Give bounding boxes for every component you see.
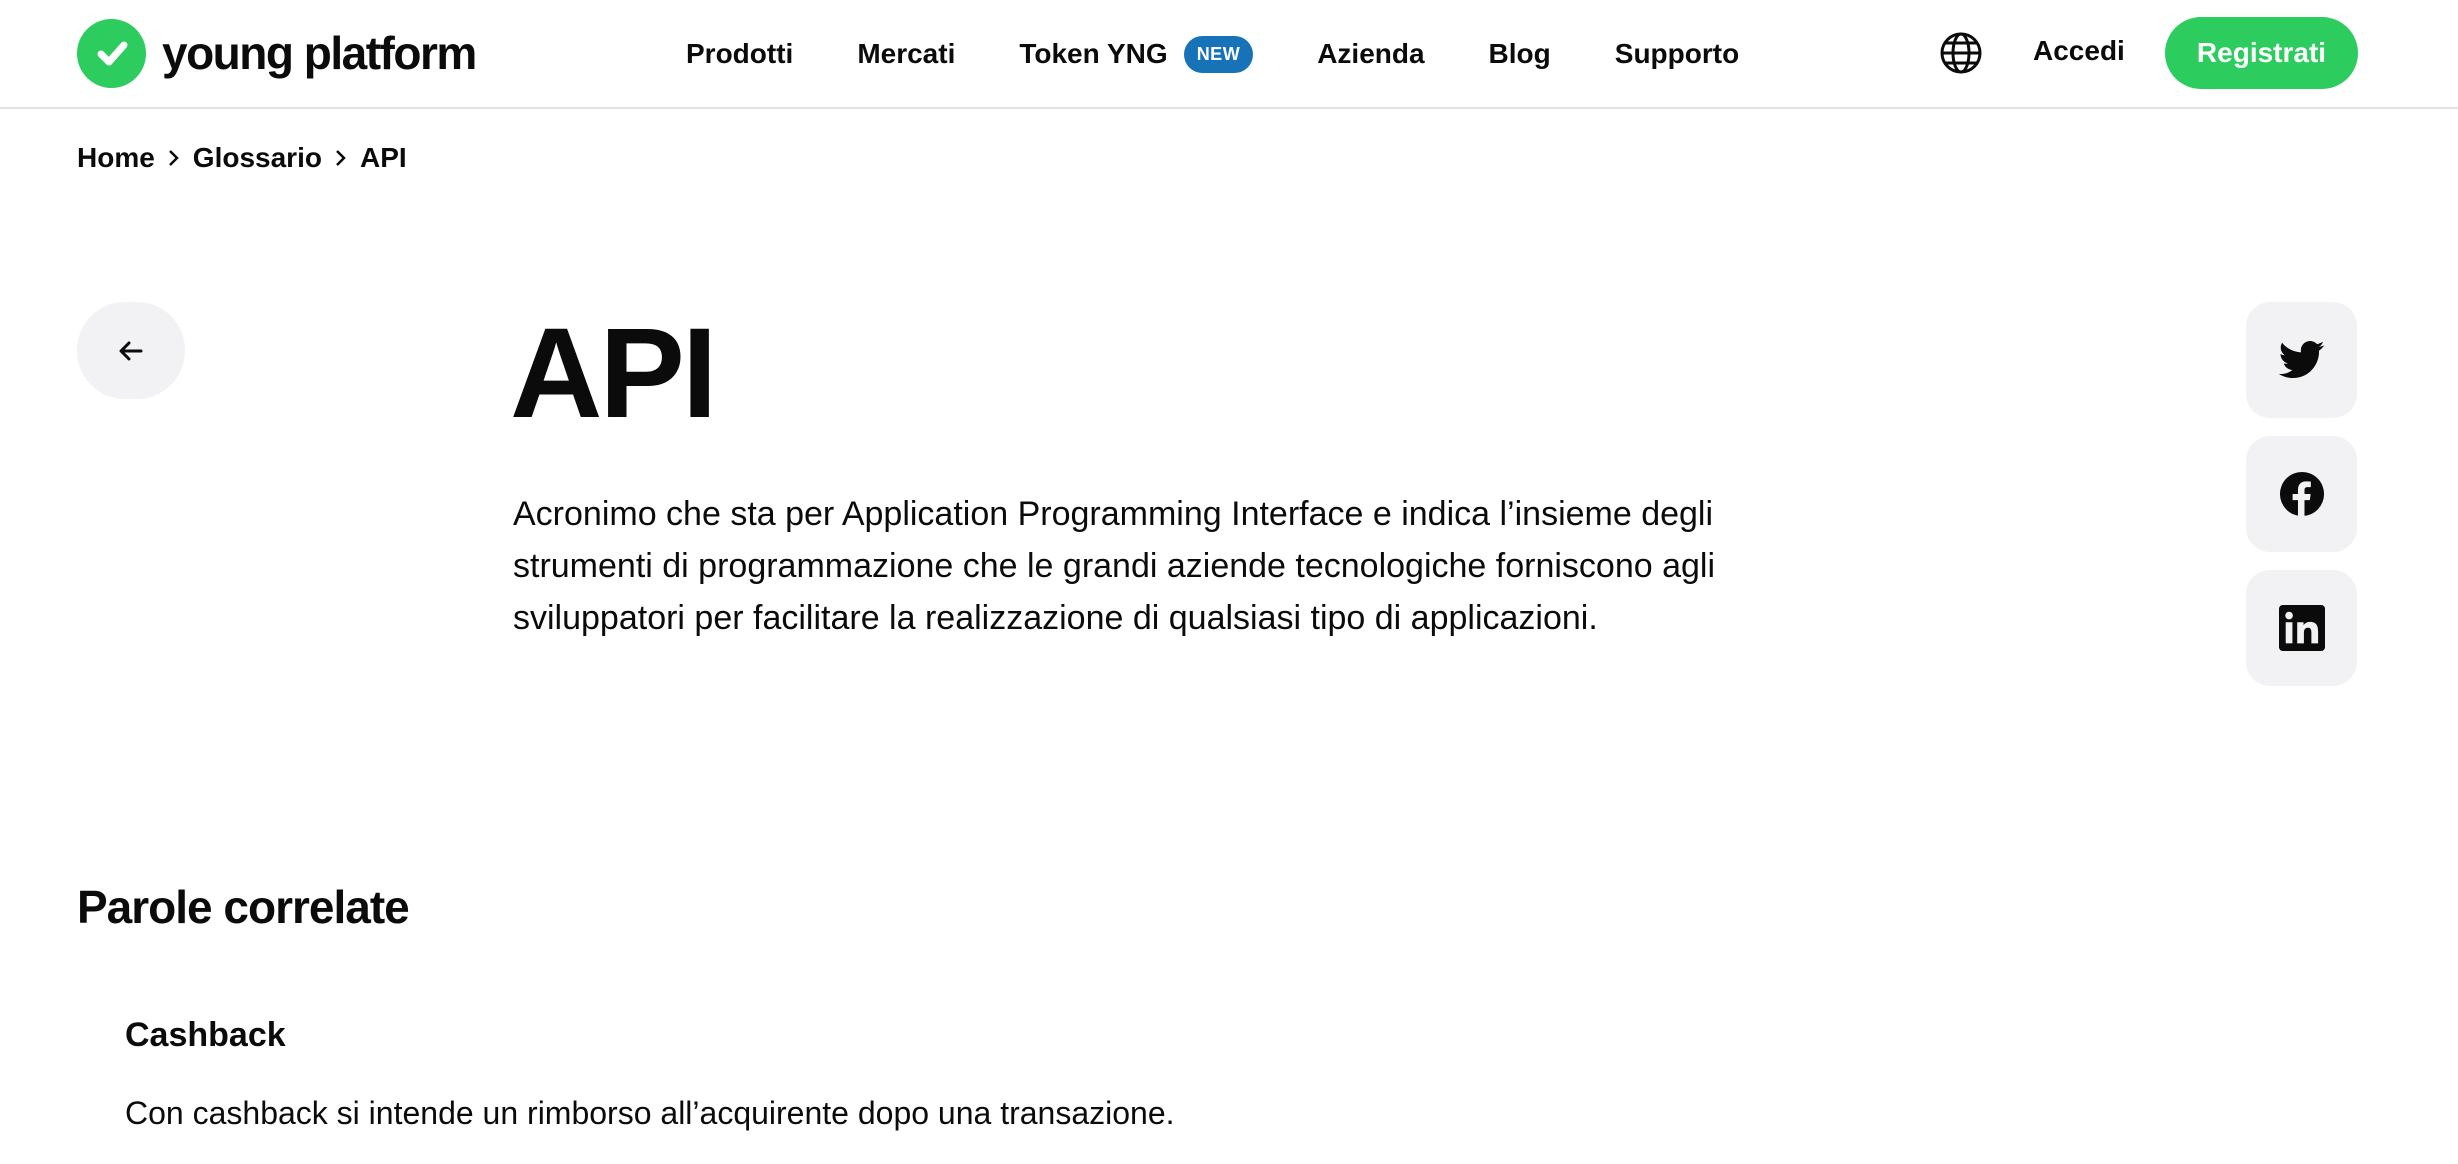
related-term-title[interactable]: Cashback	[125, 1016, 1525, 1055]
nav-item-blog[interactable]: Blog	[1489, 38, 1551, 70]
breadcrumb-home[interactable]: Home	[77, 142, 155, 174]
nav-item-azienda[interactable]: Azienda	[1317, 38, 1424, 70]
check-logo-icon	[77, 18, 146, 88]
breadcrumb: Home Glossario API	[77, 142, 407, 174]
facebook-icon	[2279, 471, 2324, 517]
twitter-icon	[2278, 341, 2324, 379]
nav-item-token-yng[interactable]: Token YNG NEW	[1019, 35, 1254, 73]
nav-item-label: Azienda	[1317, 38, 1425, 69]
main-nav: Prodotti Mercati Token YNG NEW Azienda B…	[686, 28, 1739, 80]
chevron-right-icon	[167, 148, 181, 168]
new-badge: NEW	[1183, 35, 1254, 73]
nav-item-prodotti[interactable]: Prodotti	[686, 38, 793, 70]
related-term-card[interactable]: Cashback Con cashback si intende un rimb…	[125, 1016, 1525, 1133]
share-twitter-button[interactable]	[2246, 302, 2357, 418]
breadcrumb-glossario[interactable]: Glossario	[193, 142, 322, 174]
nav-item-label: Supporto	[1614, 38, 1740, 69]
nav-item-label: Mercati	[857, 38, 956, 69]
nav-item-supporto[interactable]: Supporto	[1615, 38, 1739, 70]
chevron-right-icon	[334, 148, 348, 168]
nav-item-mercati[interactable]: Mercati	[857, 38, 955, 70]
linkedin-icon	[2278, 605, 2325, 651]
login-link[interactable]: Accedi	[2033, 35, 2125, 67]
page-title: API	[510, 302, 717, 445]
related-term-definition: Con cashback si intende un rimborso all’…	[125, 1095, 1175, 1131]
back-button[interactable]	[77, 302, 185, 399]
arrow-left-icon	[119, 341, 143, 360]
share-facebook-button[interactable]	[2246, 436, 2357, 552]
globe-icon[interactable]	[1938, 30, 1984, 76]
share-linkedin-button[interactable]	[2246, 570, 2357, 686]
breadcrumb-current: API	[359, 142, 407, 173]
nav-item-label: Token YNG	[1019, 38, 1168, 69]
brand-name: young platform	[162, 27, 477, 79]
term-description: Acronimo che sta per Application Program…	[513, 495, 1716, 637]
site-header: young platform Prodotti Mercati Token YN…	[0, 0, 2458, 109]
related-section-title: Parole correlate	[77, 881, 410, 933]
register-button[interactable]: Registrati	[2165, 17, 2358, 89]
nav-item-label: Blog	[1488, 38, 1551, 69]
brand-logo[interactable]: young platform	[77, 18, 477, 88]
nav-item-label: Prodotti	[686, 38, 794, 69]
